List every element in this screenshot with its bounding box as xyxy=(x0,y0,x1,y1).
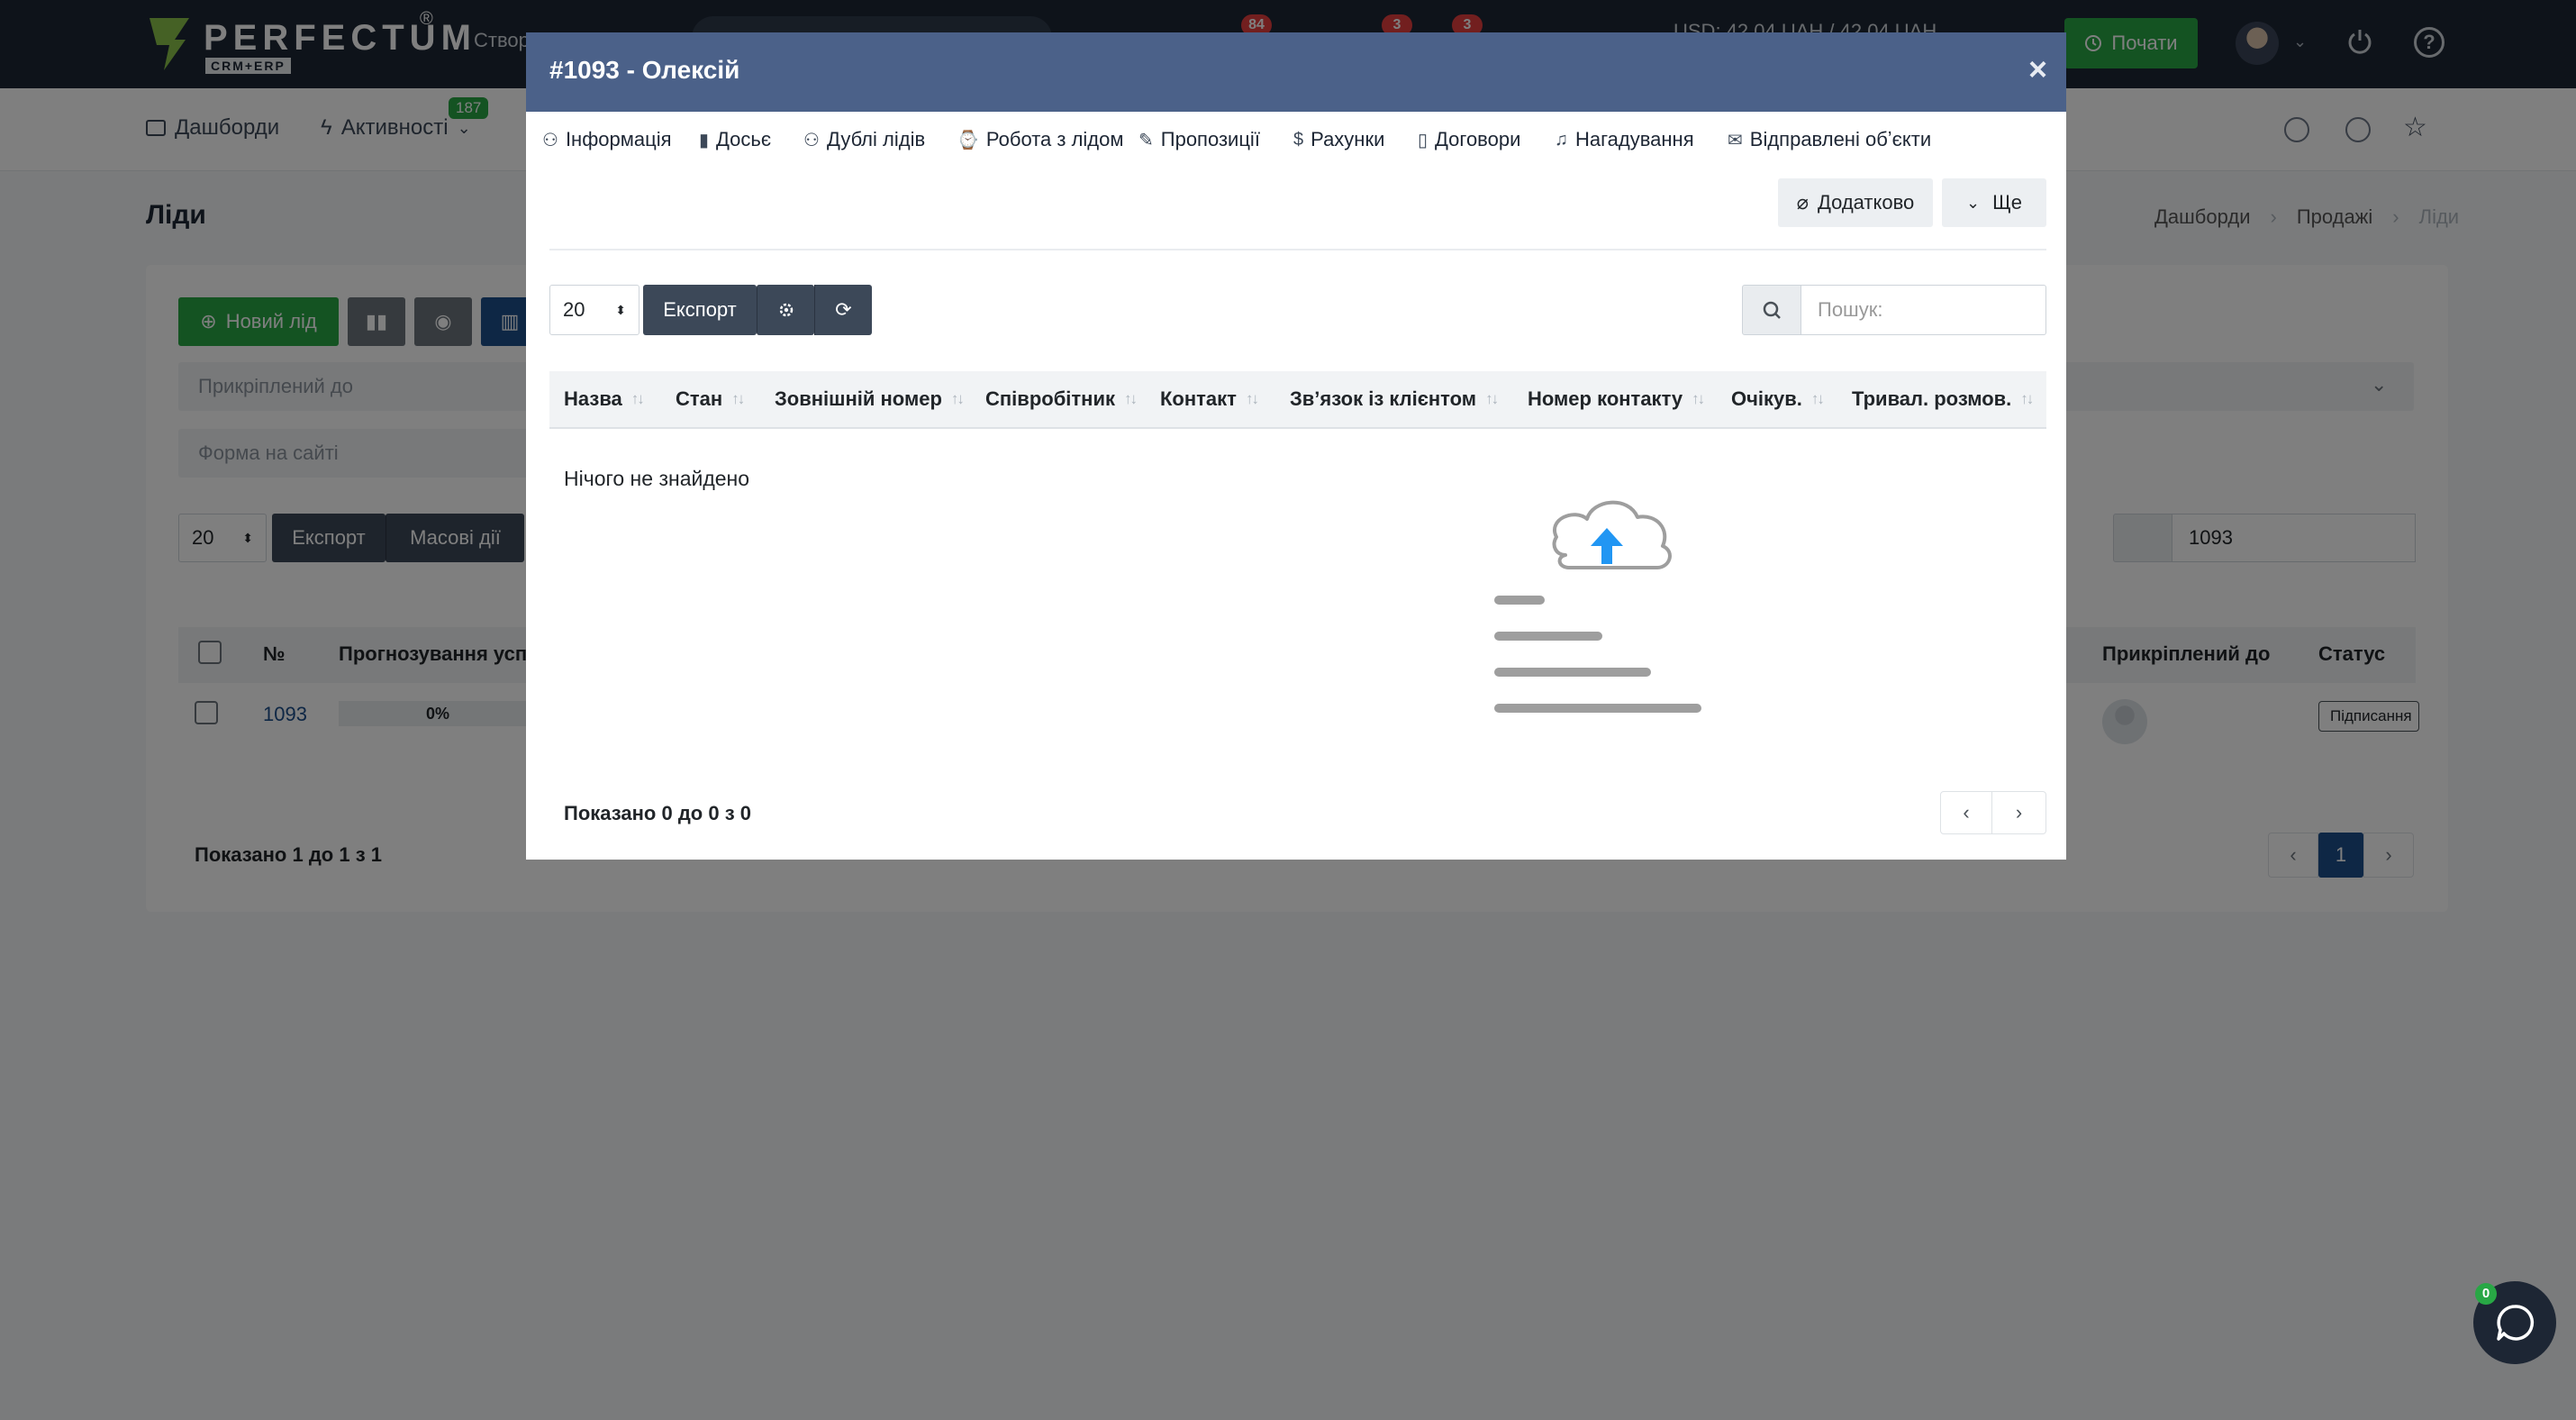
column-header-wait[interactable]: Очікув. ↑↓ xyxy=(1731,387,1825,411)
column-label: Зовнішній номер xyxy=(775,387,942,410)
column-header-client-connection[interactable]: Звʼязок із клієнтом ↑↓ xyxy=(1290,387,1499,411)
tab-label: Пропозиції xyxy=(1160,128,1260,150)
file-icon: ▯ xyxy=(1418,130,1429,150)
tab-dossier[interactable]: ▮ Досьє xyxy=(699,128,771,151)
column-label: Очікув. xyxy=(1731,387,1802,410)
column-label: Номер контакту xyxy=(1528,387,1683,410)
close-icon[interactable]: × xyxy=(2028,50,2047,88)
tab-label: Дублі лідів xyxy=(826,128,926,150)
empty-state-text: Нічого не знайдено xyxy=(564,467,750,490)
chevron-down-icon: ⌄ xyxy=(1966,193,1981,212)
column-label: Стан xyxy=(676,387,723,410)
tab-label: Відправлені обʼєкти xyxy=(1749,128,1932,150)
lead-modal: #1093 - Олексій × ⚇ Інформація ▮ Досьє ⚇ Ду… xyxy=(526,32,2066,860)
user-icon: ⚇ xyxy=(542,130,558,150)
column-header-name[interactable]: Назва ↑↓ xyxy=(564,387,645,411)
tab-proposals[interactable]: ✎ Пропозиції xyxy=(1138,128,1260,151)
sort-icon: ↑↓ xyxy=(1692,390,1705,407)
tab-duplicate-leads[interactable]: ⚇ Дублі лідів xyxy=(803,128,925,151)
pencil-icon: ✎ xyxy=(1138,130,1154,150)
column-label: Тривал. розмов. xyxy=(1852,387,2012,410)
additional-label: Додатково xyxy=(1817,191,1915,214)
modal-search-input[interactable]: Пошук: xyxy=(1801,285,2046,335)
dollar-icon: $ xyxy=(1293,129,1304,150)
tab-invoices[interactable]: $ Рахунки xyxy=(1293,128,1384,151)
modal-page-size-select[interactable]: 20 ⬍ xyxy=(549,285,639,335)
tab-lead-work[interactable]: ⌚ Робота з лідом xyxy=(957,128,1124,151)
more-label: Ще xyxy=(1992,191,2022,214)
sort-icon: ↑↓ xyxy=(1245,390,1259,407)
book-icon: ▮ xyxy=(699,130,710,150)
more-button[interactable]: ⌄ Ще xyxy=(1942,178,2046,227)
users-icon: ⚇ xyxy=(803,130,820,150)
gear-icon xyxy=(779,303,793,317)
search-icon xyxy=(1742,285,1801,335)
page-size-value: 20 xyxy=(563,298,585,321)
watch-icon: ⌚ xyxy=(957,130,979,150)
chevron-left-icon: ‹ xyxy=(1963,801,1970,824)
modal-refresh-button[interactable]: ⟳ xyxy=(814,285,872,335)
column-header-state[interactable]: Стан ↑↓ xyxy=(676,387,745,411)
tab-label: Рахунки xyxy=(1311,128,1385,150)
paperclip-icon: ⌀ xyxy=(1796,191,1809,214)
sort-icon: ↑↓ xyxy=(950,390,965,407)
sort-icon: ↑↓ xyxy=(2020,390,2034,407)
column-header-external-number[interactable]: Зовнішній номер ↑↓ xyxy=(775,387,965,411)
tab-label: Робота з лідом xyxy=(985,128,1124,150)
modal-table-info: Показано 0 до 0 з 0 xyxy=(564,802,751,824)
refresh-icon: ⟳ xyxy=(835,298,852,321)
column-label: Контакт xyxy=(1160,387,1237,410)
chat-unread-badge: 0 xyxy=(2475,1283,2497,1305)
tab-contracts[interactable]: ▯ Договори xyxy=(1418,128,1520,151)
additional-button[interactable]: ⌀ Додатково xyxy=(1778,178,1933,227)
divider xyxy=(549,249,2046,250)
modal-pagination-next[interactable]: › xyxy=(1992,791,2046,834)
tab-label: Інформація xyxy=(565,128,672,150)
chevron-right-icon: › xyxy=(2015,801,2023,824)
column-header-contact-number[interactable]: Номер контакту ↑↓ xyxy=(1528,387,1705,411)
column-label: Звʼязок із клієнтом xyxy=(1290,387,1477,410)
sort-icon: ↑↓ xyxy=(630,390,645,407)
tab-information[interactable]: ⚇ Інформація xyxy=(542,128,672,151)
empty-cloud-icon xyxy=(1494,500,1701,713)
sort-updown-icon: ⬍ xyxy=(615,302,626,317)
tab-reminders[interactable]: ♫ Нагадування xyxy=(1555,128,1694,151)
sort-icon: ↑↓ xyxy=(1485,390,1499,407)
bell-icon: ♫ xyxy=(1555,129,1568,150)
modal-export-button[interactable]: Експорт xyxy=(643,285,757,335)
column-label: Назва xyxy=(564,387,622,410)
tab-label: Договори xyxy=(1435,128,1521,150)
modal-header xyxy=(526,32,2066,112)
modal-title: #1093 - Олексій xyxy=(549,56,740,84)
mail-icon: ✉ xyxy=(1728,130,1743,150)
column-label: Співробітник xyxy=(985,387,1115,410)
modal-settings-button[interactable] xyxy=(757,285,814,335)
sort-icon: ↑↓ xyxy=(731,390,745,407)
sort-icon: ↑↓ xyxy=(1810,390,1825,407)
column-header-employee[interactable]: Співробітник ↑↓ xyxy=(985,387,1138,411)
column-header-contact[interactable]: Контакт ↑↓ xyxy=(1160,387,1259,411)
modal-pagination-prev[interactable]: ‹ xyxy=(1940,791,1992,834)
tab-label: Нагадування xyxy=(1575,128,1694,150)
column-header-duration[interactable]: Тривал. розмов. ↑↓ xyxy=(1852,387,2034,411)
sort-icon: ↑↓ xyxy=(1124,390,1138,407)
tab-sent-objects[interactable]: ✉ Відправлені обʼєкти xyxy=(1728,128,1931,151)
tab-label: Досьє xyxy=(716,128,772,150)
